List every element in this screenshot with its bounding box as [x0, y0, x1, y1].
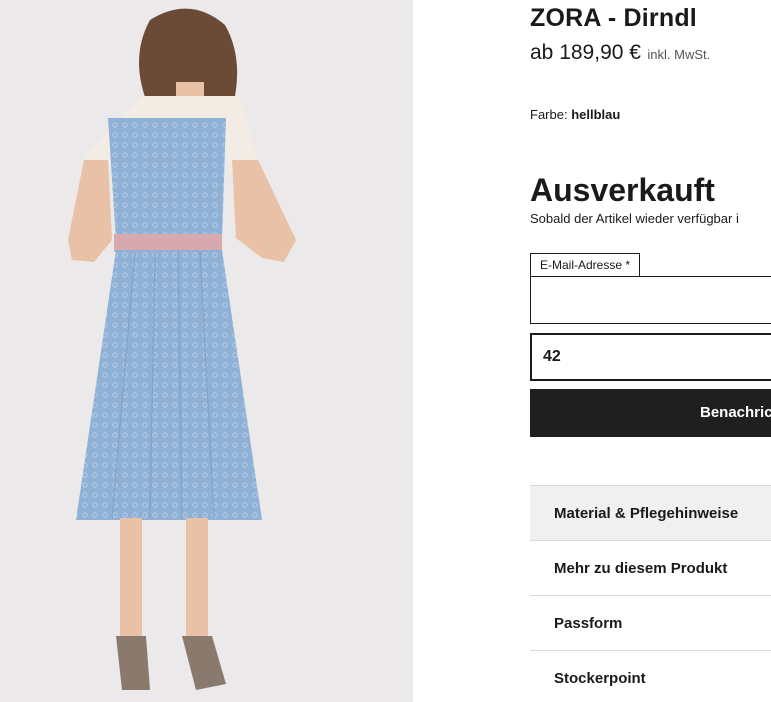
soldout-heading: Ausverkauft [530, 172, 715, 208]
price-row: ab 189,90 € inkl. MwSt. [530, 41, 710, 65]
color-info: Farbe: hellblau [530, 107, 620, 122]
email-label-text: E-Mail-Adresse [540, 258, 623, 272]
accordion-item-stockerpoint[interactable]: Stockerpoint [530, 650, 771, 702]
soldout-note: Sobald der Artikel wieder verfügbar i [530, 211, 739, 226]
vat-note: inkl. MwSt. [647, 47, 711, 62]
product-title: ZORA - Dirndl [530, 4, 697, 32]
color-label: Farbe: [530, 107, 568, 122]
email-field-label: E-Mail-Adresse * [530, 253, 641, 277]
dirndl-illustration [68, 8, 296, 690]
product-details: ZORA - Dirndl ab 189,90 € inkl. MwSt. Fa… [530, 0, 771, 702]
accordion-item-more-info[interactable]: Mehr zu diesem Produkt [530, 540, 771, 595]
info-accordion: Material & Pflegehinweise Mehr zu diesem… [530, 485, 771, 702]
size-select[interactable]: 42 [530, 333, 771, 381]
required-mark: * [625, 258, 631, 272]
product-price: ab 189,90 € [530, 41, 641, 64]
email-field[interactable] [530, 276, 771, 324]
accordion-item-fit[interactable]: Passform [530, 595, 771, 650]
accordion-item-material[interactable]: Material & Pflegehinweise [530, 485, 771, 540]
notify-button[interactable]: Benachric [530, 389, 771, 437]
product-image [0, 0, 413, 702]
color-value: hellblau [571, 107, 621, 122]
